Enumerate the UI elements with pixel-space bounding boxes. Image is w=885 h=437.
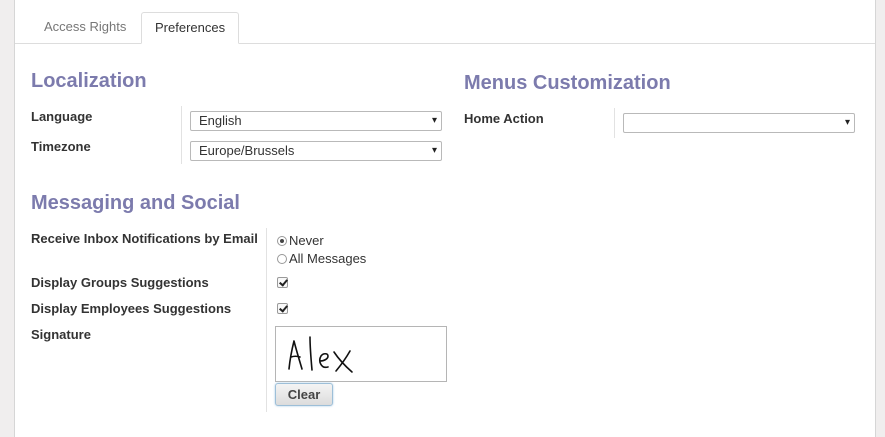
messaging-social-title: Messaging and Social	[31, 192, 240, 214]
language-value: English	[199, 113, 242, 128]
menus-customization-title: Menus Customization	[464, 72, 671, 94]
chevron-down-icon: ▾	[431, 145, 437, 156]
localization-title: Localization	[31, 70, 147, 92]
employees-suggestions-label: Display Employees Suggestions	[31, 301, 232, 316]
signature-drawing	[288, 336, 353, 373]
field-separator	[181, 106, 182, 164]
radio-unchecked-icon[interactable]	[277, 254, 287, 264]
groups-suggestions-checkbox[interactable]	[277, 277, 288, 288]
chevron-down-icon: ▾	[844, 117, 850, 128]
timezone-value: Europe/Brussels	[199, 143, 295, 158]
radio-label-all-messages: All Messages	[289, 251, 367, 266]
employees-suggestions-checkbox[interactable]	[277, 303, 288, 314]
notebook-tabs: Access Rights Preferences	[15, 0, 875, 44]
timezone-select[interactable]: Europe/Brussels ▾	[190, 141, 442, 161]
radio-option-never[interactable]: Never	[277, 233, 324, 248]
clear-signature-button[interactable]: Clear	[275, 383, 333, 406]
tab-access-rights[interactable]: Access Rights	[31, 12, 139, 43]
form-sheet: Access Rights Preferences Localization L…	[14, 0, 876, 437]
radio-label-never: Never	[289, 233, 324, 248]
language-select[interactable]: English ▾	[190, 111, 442, 131]
home-action-label: Home Action	[464, 111, 544, 126]
groups-suggestions-label: Display Groups Suggestions	[31, 275, 209, 290]
field-separator	[266, 228, 267, 412]
tab-preferences[interactable]: Preferences	[141, 12, 240, 44]
chevron-down-icon: ▾	[431, 115, 437, 126]
radio-checked-icon[interactable]	[277, 236, 287, 246]
inbox-notifications-label: Receive Inbox Notifications by Email	[31, 231, 258, 246]
language-label: Language	[31, 109, 93, 124]
timezone-label: Timezone	[31, 139, 91, 154]
field-separator	[614, 108, 615, 138]
signature-label: Signature	[31, 327, 91, 342]
radio-option-all-messages[interactable]: All Messages	[277, 251, 366, 266]
signature-pad[interactable]	[275, 326, 447, 382]
home-action-select[interactable]: ▾	[623, 113, 855, 133]
